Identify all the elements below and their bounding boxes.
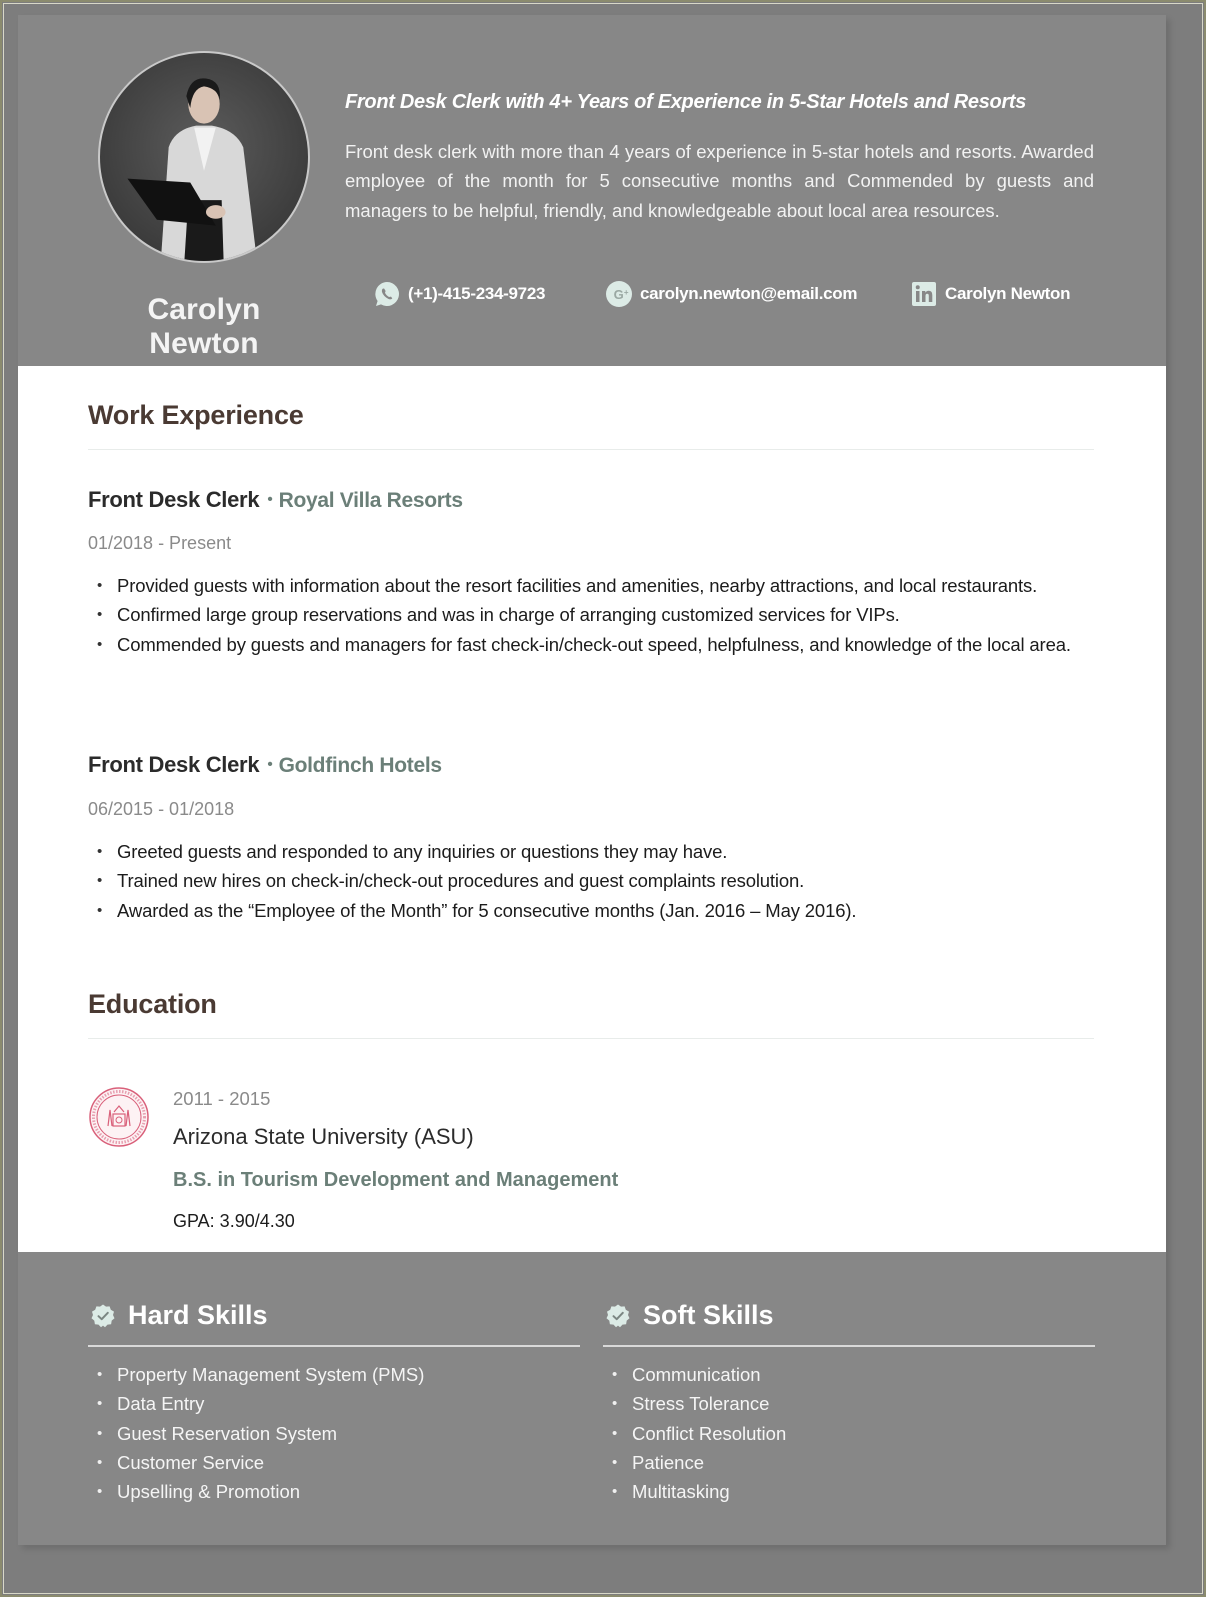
job-bullet: Commended by guests and managers for fas… bbox=[97, 630, 1107, 660]
education-degree: B.S. in Tourism Development and Manageme… bbox=[173, 1169, 619, 1191]
soft-skills-list: Communication Stress Tolerance Conflict … bbox=[603, 1360, 786, 1507]
skill-item: Upselling & Promotion bbox=[97, 1477, 424, 1507]
job-bullets: Greeted guests and responded to any inqu… bbox=[88, 837, 1107, 925]
soft-skills-title: Soft Skills bbox=[643, 1300, 774, 1330]
skill-item: Patience bbox=[612, 1448, 786, 1478]
resume-headline: Front Desk Clerk with 4+ Years of Experi… bbox=[345, 91, 1027, 113]
university-seal-icon bbox=[88, 1086, 150, 1148]
job-bullet: Provided guests with information about t… bbox=[97, 571, 1107, 601]
soft-skills-heading: Soft Skills bbox=[605, 1300, 774, 1331]
contact-linkedin[interactable]: Carolyn Newton bbox=[910, 279, 1071, 309]
work-experience-heading: Work Experience bbox=[88, 400, 304, 430]
job-role: Front Desk Clerk bbox=[88, 487, 260, 512]
education-heading: Education bbox=[88, 989, 217, 1019]
professional-summary: Front desk clerk with more than 4 years … bbox=[345, 141, 1094, 221]
phone-number: (+1)-415-234-9723 bbox=[408, 284, 546, 303]
contact-email[interactable]: G + carolyn.newton@email.com bbox=[605, 279, 858, 309]
linkedin-icon bbox=[910, 280, 938, 308]
hard-skills-title: Hard Skills bbox=[128, 1300, 268, 1330]
section-divider bbox=[88, 449, 1094, 450]
verified-check-icon bbox=[606, 1304, 630, 1327]
job-bullet: Confirmed large group reservations and w… bbox=[97, 600, 1107, 630]
job-entry-title: Front Desk Clerk • Royal Villa Resorts bbox=[88, 487, 463, 513]
job-entry-title: Front Desk Clerk • Goldfinch Hotels bbox=[88, 752, 442, 778]
skill-item: Communication bbox=[612, 1360, 786, 1390]
section-divider bbox=[603, 1345, 1095, 1347]
skill-item: Stress Tolerance bbox=[612, 1389, 786, 1419]
job-bullet: Trained new hires on check-in/check-out … bbox=[97, 866, 1107, 896]
profile-photo bbox=[98, 51, 310, 263]
skill-item: Conflict Resolution bbox=[612, 1419, 786, 1449]
section-divider bbox=[88, 1038, 1094, 1039]
job-bullet: Awarded as the “Employee of the Month” f… bbox=[97, 896, 1107, 926]
separator-dot: • bbox=[267, 491, 273, 508]
candidate-name: Carolyn Newton bbox=[147, 293, 261, 360]
contact-phone[interactable]: (+1)-415-234-9723 bbox=[373, 279, 545, 309]
svg-text:+: + bbox=[624, 288, 629, 297]
job-role: Front Desk Clerk bbox=[88, 752, 260, 777]
hard-skills-heading: Hard Skills bbox=[90, 1300, 268, 1331]
education-school: Arizona State University (ASU) bbox=[173, 1124, 474, 1149]
education-years: 2011 - 2015 bbox=[173, 1088, 271, 1109]
hard-skills-list: Property Management System (PMS) Data En… bbox=[88, 1360, 424, 1507]
skill-item: Property Management System (PMS) bbox=[97, 1360, 424, 1390]
skill-item: Guest Reservation System bbox=[97, 1419, 424, 1449]
skill-item: Multitasking bbox=[612, 1477, 786, 1507]
google-plus-icon: G + bbox=[605, 280, 633, 308]
whatsapp-icon bbox=[373, 280, 401, 308]
person-portrait-icon bbox=[127, 78, 257, 261]
job-company: Goldfinch Hotels bbox=[278, 754, 443, 777]
job-bullet: Greeted guests and responded to any inqu… bbox=[97, 837, 1107, 867]
job-dates: 01/2018 - Present bbox=[88, 533, 232, 553]
separator-dot: • bbox=[267, 756, 273, 773]
job-company: Royal Villa Resorts bbox=[278, 489, 463, 512]
section-divider bbox=[88, 1345, 580, 1347]
linkedin-name: Carolyn Newton bbox=[945, 284, 1071, 303]
resume-card: Carolyn Newton Front Desk Clerk with 4+ … bbox=[18, 15, 1166, 1545]
skill-item: Customer Service bbox=[97, 1448, 424, 1478]
verified-check-icon bbox=[91, 1304, 115, 1327]
resume-header: Carolyn Newton Front Desk Clerk with 4+ … bbox=[18, 15, 1166, 366]
email-address: carolyn.newton@email.com bbox=[640, 284, 858, 303]
education-gpa: GPA: 3.90/4.30 bbox=[173, 1211, 295, 1231]
skill-item: Data Entry bbox=[97, 1389, 424, 1419]
job-bullets: Provided guests with information about t… bbox=[88, 571, 1107, 659]
svg-text:G: G bbox=[614, 287, 624, 302]
job-dates: 06/2015 - 01/2018 bbox=[88, 799, 235, 819]
resume-body: Work Experience Front Desk Clerk • Royal V… bbox=[18, 366, 1166, 1252]
